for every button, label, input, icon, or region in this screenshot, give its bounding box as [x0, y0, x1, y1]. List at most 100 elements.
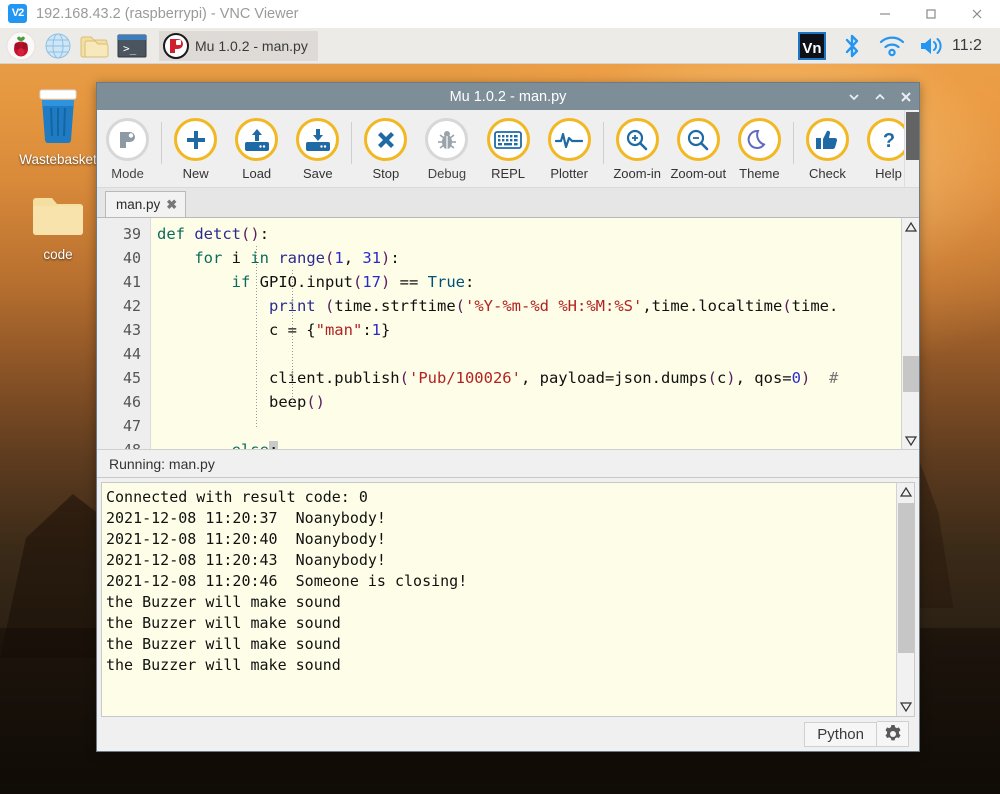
- close-icon[interactable]: [899, 83, 913, 110]
- code-editor[interactable]: 39 40 41 42 43 44 45 46 47 48 def detct(…: [97, 218, 919, 450]
- toolbar-separator: [602, 122, 604, 164]
- bluetooth-icon[interactable]: [832, 28, 872, 64]
- line-number: 40: [122, 249, 141, 267]
- console-line: the Buzzer will make sound: [106, 614, 341, 632]
- toolbar-button-debug[interactable]: Debug: [416, 114, 477, 181]
- download-icon: [296, 118, 340, 161]
- toolbar-button-check[interactable]: Check: [797, 114, 858, 181]
- keyboard-icon: [486, 118, 530, 161]
- taskbar-window-button-label: Mu 1.0.2 - man.py: [195, 37, 308, 54]
- folder-icon: [33, 198, 83, 235]
- tab-label: man.py: [116, 197, 161, 212]
- toolbar-button-stop[interactable]: Stop: [355, 114, 416, 181]
- status-mode-button[interactable]: Python: [804, 721, 877, 747]
- file-manager-icon[interactable]: [78, 29, 112, 63]
- scroll-up-arrow[interactable]: [902, 218, 919, 236]
- volume-icon[interactable]: [912, 28, 952, 64]
- close-icon[interactable]: ✖: [166, 198, 177, 211]
- line-number: 41: [122, 273, 141, 291]
- output-console[interactable]: Connected with result code: 0 2021-12-08…: [101, 482, 915, 717]
- raspberry-menu-icon[interactable]: [4, 29, 38, 63]
- toolbar-label: Zoom-in: [613, 166, 662, 181]
- plotter-icon: [547, 118, 591, 161]
- toolbar-label: Plotter: [550, 166, 588, 181]
- console-line: 2021-12-08 11:20:46 Someone is closing!: [106, 572, 468, 590]
- taskbar: >_ Mu 1.0.2 - man.py Vn 11:2: [0, 28, 1000, 64]
- toolbar-scrollbar[interactable]: [904, 110, 919, 187]
- mu-logo-icon: [163, 32, 189, 59]
- chevron-up-icon[interactable]: [873, 83, 887, 110]
- moon-icon: [737, 118, 781, 161]
- toolbar-separator: [792, 122, 794, 164]
- console-scrollbar-thumb[interactable]: [898, 503, 914, 653]
- mu-editor-window: Mu 1.0.2 - man.py Mode New Load Save Sto…: [96, 82, 920, 752]
- code-line: else:: [151, 438, 919, 449]
- indent-guide: [292, 270, 293, 404]
- code-line: if GPIO.input(17) == True:: [231, 273, 475, 291]
- scroll-down-arrow[interactable]: [902, 432, 919, 449]
- console-output-text: Connected with result code: 0 2021-12-08…: [102, 483, 914, 716]
- svg-text:?: ?: [882, 130, 894, 152]
- console-line: 2021-12-08 11:20:40 Noanybody!: [106, 530, 386, 548]
- zoom-in-icon: [615, 118, 659, 161]
- scroll-up-arrow[interactable]: [897, 483, 914, 501]
- desktop-icon-label: code: [43, 247, 73, 262]
- toolbar-separator: [351, 122, 353, 164]
- mu-window-controls: [847, 83, 913, 110]
- toolbar-button-theme[interactable]: Theme: [729, 114, 790, 181]
- console-line: the Buzzer will make sound: [106, 593, 341, 611]
- toolbar-label: Theme: [739, 166, 780, 181]
- tab-man-py[interactable]: man.py ✖: [105, 191, 187, 217]
- trash-icon: [39, 89, 77, 143]
- mu-status-bar: Python: [97, 717, 919, 751]
- code-text-area[interactable]: def detct(): for i in range(1, 31): if G…: [151, 218, 919, 449]
- mu-window-title: Mu 1.0.2 - man.py: [449, 88, 567, 105]
- toolbar-button-load[interactable]: Load: [226, 114, 287, 181]
- toolbar-label: Debug: [427, 166, 467, 181]
- code-line: def detct():: [157, 225, 270, 243]
- toolbar-button-zoom-out[interactable]: Zoom-out: [668, 114, 729, 181]
- upload-icon: [235, 118, 279, 161]
- minimize-icon[interactable]: [862, 0, 908, 28]
- toolbar-scrollbar-thumb[interactable]: [906, 112, 919, 160]
- line-number: 48: [122, 441, 141, 450]
- toolbar-label: Load: [242, 166, 272, 181]
- line-number: 46: [122, 393, 141, 411]
- toolbar-button-mode[interactable]: Mode: [97, 114, 158, 181]
- console-scrollbar[interactable]: [896, 483, 914, 716]
- toolbar-label: REPL: [491, 166, 526, 181]
- toolbar-button-zoom-in[interactable]: Zoom-in: [607, 114, 668, 181]
- taskbar-window-button-mu[interactable]: Mu 1.0.2 - man.py: [159, 30, 318, 61]
- toolbar-button-plotter[interactable]: Plotter: [539, 114, 600, 181]
- gear-icon[interactable]: [877, 721, 909, 747]
- code-line: c = {"man":1}: [157, 321, 391, 339]
- desktop-icon-label: Wastebasket: [19, 152, 97, 167]
- code-line: beep(): [157, 393, 325, 411]
- console-line: 2021-12-08 11:20:37 Noanybody!: [106, 509, 386, 527]
- mu-titlebar[interactable]: Mu 1.0.2 - man.py: [97, 83, 919, 110]
- wifi-icon[interactable]: [872, 28, 912, 64]
- toolbar-button-save[interactable]: Save: [287, 114, 348, 181]
- stop-x-icon: [364, 118, 408, 161]
- console-line: the Buzzer will make sound: [106, 635, 341, 653]
- scroll-down-arrow[interactable]: [897, 698, 914, 716]
- editor-scrollbar[interactable]: [901, 218, 919, 449]
- code-line: client.publish('Pub/100026', payload=jso…: [157, 369, 839, 387]
- chevron-down-icon[interactable]: [847, 83, 861, 110]
- desktop-icon-wastebasket[interactable]: Wastebasket: [10, 88, 106, 167]
- vnc-server-icon[interactable]: Vn: [792, 28, 832, 64]
- toolbar-label: Stop: [372, 166, 400, 181]
- editor-scrollbar-thumb[interactable]: [903, 356, 919, 392]
- toolbar-separator: [161, 122, 163, 164]
- toolbar-button-repl[interactable]: REPL: [478, 114, 539, 181]
- close-icon[interactable]: [954, 0, 1000, 28]
- web-browser-icon[interactable]: [41, 29, 75, 63]
- cursor-selection: :: [268, 441, 279, 449]
- taskbar-clock[interactable]: 11:2: [952, 37, 998, 55]
- thumbs-up-icon: [805, 118, 849, 161]
- desktop-icon-code[interactable]: code: [10, 193, 106, 262]
- maximize-icon[interactable]: [908, 0, 954, 28]
- toolbar-button-new[interactable]: New: [165, 114, 226, 181]
- terminal-icon[interactable]: >_: [115, 29, 149, 63]
